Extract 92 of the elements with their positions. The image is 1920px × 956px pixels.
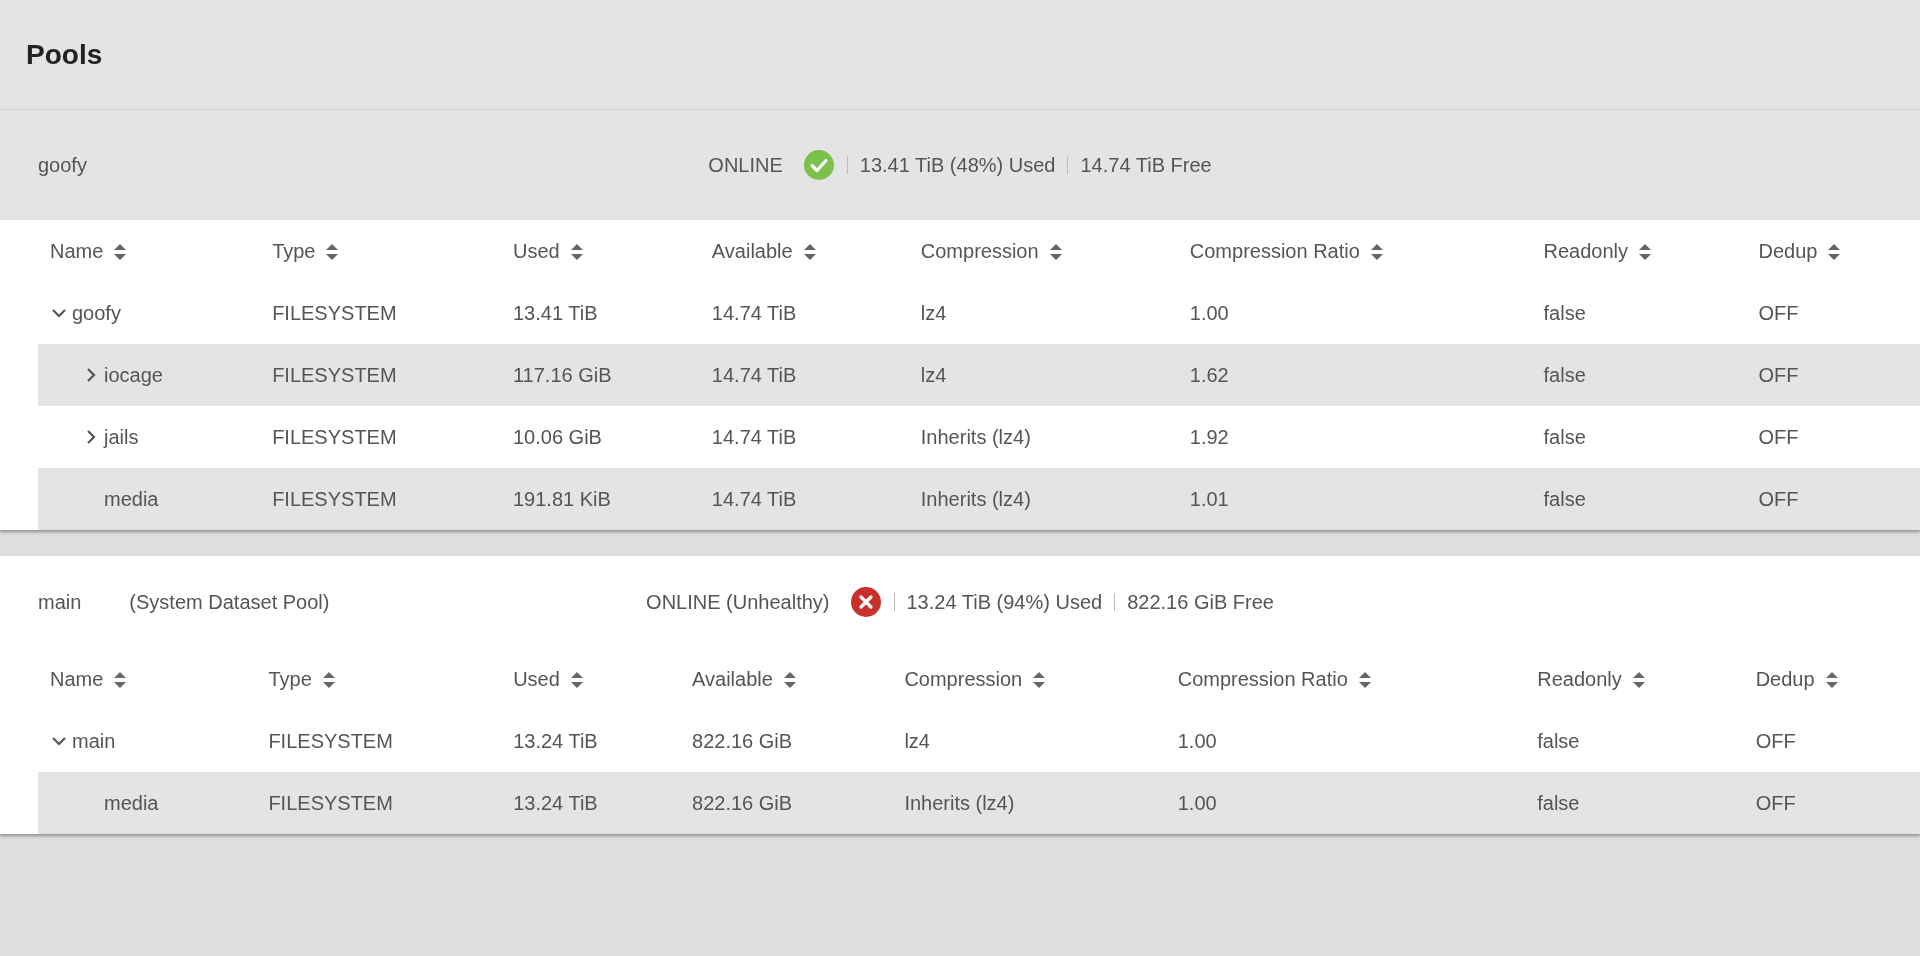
dataset-name: media [104,487,159,512]
table-cell: FILESYSTEM [260,282,501,344]
table-cell: 1.92 [1177,406,1532,468]
used-summary: 13.41 TiB (48%) Used [859,153,1056,178]
pool-name: main [38,590,82,615]
column-header[interactable]: Dedup [1746,220,1920,282]
dataset-name: jails [104,425,139,450]
table-cell: false [1531,282,1747,344]
column-header[interactable]: Type [260,220,501,282]
sort-icon[interactable] [1824,671,1839,689]
pool-note: (System Dataset Pool) [129,590,330,615]
table-cell: 14.74 TiB [699,406,909,468]
pool-status: ONLINE (Unhealthy) [646,590,830,615]
sort-icon[interactable] [325,243,340,261]
table-cell: OFF [1746,344,1920,406]
sort-icon[interactable] [569,243,584,261]
column-header[interactable]: Compression Ratio [1165,648,1526,710]
table-cell: OFF [1746,406,1920,468]
column-header[interactable]: Type [256,648,502,710]
table-cell: 1.00 [1177,282,1532,344]
page-title: Pools [26,37,103,72]
table-cell: 191.81 KiB [501,468,700,530]
table-cell: FILESYSTEM [260,344,501,406]
pool-status: ONLINE [708,153,783,178]
column-header[interactable]: Readonly [1531,220,1747,282]
table-cell: false [1525,710,1744,772]
sort-icon[interactable] [1048,243,1063,261]
sort-icon[interactable] [321,671,336,689]
column-header[interactable]: Compression [892,648,1166,710]
table-cell: false [1531,468,1747,530]
sort-icon[interactable] [802,243,817,261]
dataset-name: goofy [72,301,121,326]
check-circle-icon [802,149,835,181]
table-cell: FILESYSTEM [260,468,501,530]
sort-icon[interactable] [1032,671,1047,689]
table-cell: OFF [1746,468,1920,530]
table-cell: 13.24 TiB [501,772,681,834]
table-cell: 117.16 GiB [501,344,700,406]
sort-icon[interactable] [782,671,797,689]
table-cell: OFF [1743,772,1920,834]
used-summary: 13.24 TiB (94%) Used [906,590,1103,615]
sort-icon[interactable] [113,243,128,261]
dataset-name: media [104,791,159,816]
sort-icon[interactable] [1369,243,1384,261]
table-cell: OFF [1743,710,1920,772]
column-header[interactable]: Dedup [1743,648,1920,710]
table-cell: lz4 [908,344,1178,406]
table-cell: 14.74 TiB [699,282,909,344]
table-cell: 822.16 GiB [680,710,893,772]
column-header[interactable]: Readonly [1525,648,1744,710]
error-circle-icon [849,586,882,618]
column-header[interactable]: Available [699,220,909,282]
table-cell: false [1525,772,1744,834]
table-cell: 14.74 TiB [699,344,909,406]
table-cell: 10.06 GiB [501,406,700,468]
table-cell: 1.00 [1165,772,1526,834]
column-header[interactable]: Compression Ratio [1177,220,1532,282]
sort-icon[interactable] [1827,243,1842,261]
table-cell: lz4 [892,710,1166,772]
table-cell: OFF [1746,282,1920,344]
column-header[interactable]: Compression [908,220,1178,282]
table-cell: 13.41 TiB [501,282,700,344]
table-cell: 13.24 TiB [501,710,681,772]
pool-name: goofy [38,153,87,178]
table-cell: FILESYSTEM [256,772,502,834]
free-summary: 14.74 TiB Free [1080,153,1212,178]
dataset-name: main [72,729,116,754]
column-header[interactable]: Name [38,220,261,282]
table-cell: 822.16 GiB [680,772,893,834]
table-cell: lz4 [908,282,1178,344]
table-cell: false [1531,406,1747,468]
table-cell: 1.00 [1165,710,1526,772]
sort-icon[interactable] [1631,671,1646,689]
table-cell: Inherits (lz4) [892,772,1166,834]
table-cell: Inherits (lz4) [908,468,1178,530]
sort-icon[interactable] [1357,671,1372,689]
table-cell: 1.01 [1177,468,1532,530]
column-header[interactable]: Used [501,220,700,282]
free-summary: 822.16 GiB Free [1127,590,1274,615]
table-cell: FILESYSTEM [256,710,502,772]
column-header[interactable]: Available [680,648,893,710]
column-header[interactable]: Name [38,648,257,710]
column-header[interactable]: Used [501,648,681,710]
table-cell: 14.74 TiB [699,468,909,530]
table-cell: Inherits (lz4) [908,406,1178,468]
dataset-name: iocage [104,363,163,388]
table-cell: false [1531,344,1747,406]
sort-icon[interactable] [1638,243,1653,261]
table-cell: FILESYSTEM [260,406,501,468]
table-cell: 1.62 [1177,344,1532,406]
sort-icon[interactable] [569,671,584,689]
sort-icon[interactable] [113,671,128,689]
